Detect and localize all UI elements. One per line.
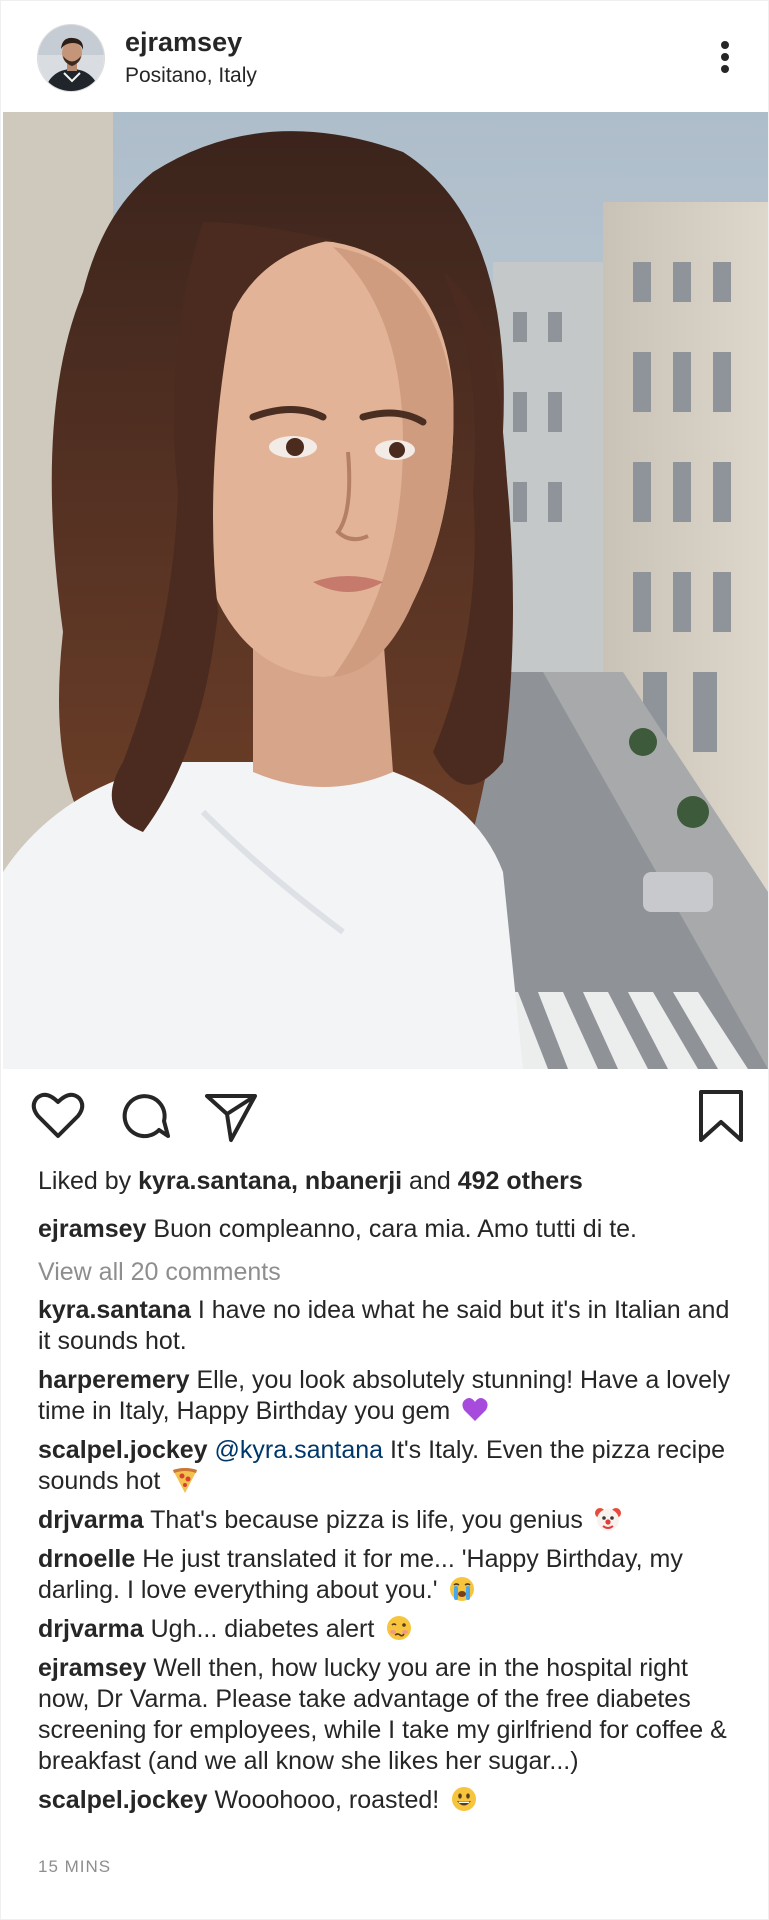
comment-username[interactable]: harperemery [38,1366,189,1394]
post-header: ejramsey Positano, Italy [1,1,769,111]
bookmark-icon[interactable] [691,1086,751,1146]
post-caption: ejramsey Buon compleanno, cara mia. Amo … [38,1214,738,1245]
purple-heart-emoji [461,1396,489,1424]
view-all-comments-link[interactable]: View all 20 comments [38,1258,281,1287]
caption-text: Buon compleanno, cara mia. Amo tutti di … [153,1215,637,1243]
comment-username[interactable]: scalpel.jockey [38,1786,208,1814]
comment-username[interactable]: drjvarma [38,1615,144,1643]
loudly-crying-emoji [448,1575,476,1603]
grinning-face-emoji [450,1785,478,1813]
comment: scalpel.jockey @kyra.santana It's Italy.… [38,1435,738,1497]
heart-icon[interactable] [28,1086,88,1146]
woozy-face-emoji [385,1614,413,1642]
post-location[interactable]: Positano, Italy [125,64,257,88]
comment-text: Ugh... diabetes alert [150,1615,375,1643]
comment: harperemery Elle, you look absolutely st… [38,1365,738,1427]
clown-face-emoji [594,1505,622,1533]
likes-joiner: and [409,1167,451,1195]
comment-text: That's because pizza is life, you genius [150,1506,583,1534]
comment-username[interactable]: drnoelle [38,1545,135,1573]
instagram-post: ejramsey Positano, Italy Liked by kyra.s… [0,0,769,1920]
comment: scalpel.jockey Wooohooo, roasted! [38,1785,738,1816]
comment-mention[interactable]: @kyra.santana [215,1436,384,1464]
action-bar [1,1086,769,1146]
more-options-icon[interactable] [715,37,735,77]
comment: drjvarma Ugh... diabetes alert [38,1614,738,1645]
caption-username[interactable]: ejramsey [38,1215,146,1243]
likes-others[interactable]: 492 others [458,1167,583,1195]
post-username[interactable]: ejramsey [125,27,242,58]
comment-username[interactable]: kyra.santana [38,1296,191,1324]
comment-bubble-icon[interactable] [115,1086,175,1146]
comment-username[interactable]: ejramsey [38,1654,146,1682]
comment: ejramsey Well then, how lucky you are in… [38,1653,738,1777]
comment: drnoelle He just translated it for me...… [38,1544,738,1606]
comment: drjvarma That's because pizza is life, y… [38,1505,738,1536]
post-photo[interactable] [3,112,768,1069]
comment: kyra.santana I have no idea what he said… [38,1295,738,1357]
post-timestamp: 15 MINS [38,1857,112,1876]
comment-text: Wooohooo, roasted! [214,1786,440,1814]
likes-users[interactable]: kyra.santana, nbanerji [138,1167,402,1195]
comment-text: He just translated it for me... 'Happy B… [38,1545,683,1604]
comment-username[interactable]: drjvarma [38,1506,144,1534]
pizza-emoji [171,1466,199,1494]
comment-username[interactable]: scalpel.jockey [38,1436,208,1464]
post-image [3,112,768,1069]
comments-list: kyra.santana I have no idea what he said… [38,1295,738,1824]
avatar-image [38,25,104,91]
avatar[interactable] [37,24,105,92]
likes-prefix: Liked by [38,1167,132,1195]
paper-plane-icon[interactable] [201,1086,261,1146]
likes-summary[interactable]: Liked by kyra.santana, nbanerji and 492 … [38,1167,583,1196]
